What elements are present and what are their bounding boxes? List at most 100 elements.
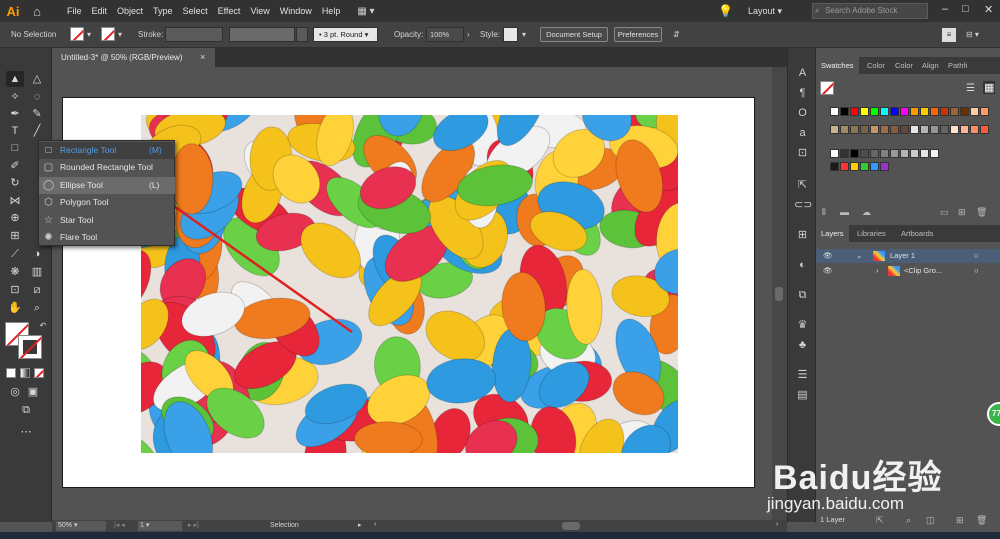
swatch-chip[interactable]	[980, 107, 989, 116]
swatch-chip[interactable]	[960, 107, 969, 116]
swatch-chip[interactable]	[900, 125, 909, 134]
document-tab[interactable]: Untitled-3* @ 50% (RGB/Preview) ×	[52, 48, 215, 67]
maximize-icon[interactable]: □	[962, 3, 969, 15]
preferences-button[interactable]: Preferences	[614, 27, 662, 42]
symbol-sprayer-icon[interactable]: ❋	[6, 264, 24, 280]
swatch-chip[interactable]	[880, 162, 889, 171]
pen-tool-icon[interactable]: ✒	[6, 106, 24, 122]
swatch-chip[interactable]	[960, 125, 969, 134]
none-mode-icon[interactable]	[34, 368, 44, 378]
swatch-chip[interactable]	[920, 107, 929, 116]
curvature-tool-icon[interactable]: ✎	[28, 106, 46, 122]
swatch-chip[interactable]	[910, 125, 919, 134]
fill-swatch[interactable]	[70, 27, 84, 41]
rotate-tool-icon[interactable]: ↻	[6, 175, 24, 191]
swatch-chip[interactable]	[860, 107, 869, 116]
swatch-chip[interactable]	[950, 107, 959, 116]
tab-color-guide[interactable]: Color	[862, 57, 890, 74]
shape-builder-icon[interactable]: ⊕	[6, 210, 24, 226]
swatch-chip[interactable]	[900, 149, 909, 158]
graphic-style-swatch[interactable]	[503, 27, 518, 42]
swatch-chip[interactable]	[930, 149, 939, 158]
brushes-panel-icon[interactable]: ♣	[794, 338, 811, 353]
opacity-arrow-icon[interactable]: ›	[467, 28, 470, 42]
swatch-chip[interactable]	[870, 162, 879, 171]
swatch-chip[interactable]	[850, 149, 859, 158]
swatch-chip[interactable]	[870, 149, 879, 158]
flyout-polygon-tool[interactable]: ⬡ Polygon Tool	[39, 194, 175, 211]
swatch-chip[interactable]	[860, 125, 869, 134]
arrange-icon[interactable]: ⇵	[673, 28, 680, 42]
draw-mode-icon[interactable]: ◎	[6, 384, 24, 400]
slice-tool-icon[interactable]: ⧄	[28, 282, 46, 298]
swatch-chip[interactable]	[980, 125, 989, 134]
swatch-chip[interactable]	[970, 125, 979, 134]
home-icon[interactable]: ⌂	[26, 0, 48, 22]
tab-artboards[interactable]: Artboards	[896, 225, 939, 242]
mesh-tool-icon[interactable]: ⊞	[6, 228, 24, 244]
minimize-icon[interactable]: –	[942, 3, 948, 15]
magic-wand-icon[interactable]: ✧	[6, 89, 24, 105]
stroke-dropdown-icon[interactable]: ▾	[118, 28, 122, 42]
swatch-chip[interactable]	[880, 149, 889, 158]
hscroll-right-icon[interactable]: ›	[776, 521, 778, 528]
flyout-star-tool[interactable]: ☆ Star Tool	[39, 212, 175, 229]
appearance-panel-icon[interactable]: ◐	[794, 258, 811, 273]
transform-panel-icon[interactable]: ⊡	[794, 146, 811, 161]
type-tool-icon[interactable]: T	[6, 123, 24, 139]
hscroll-thumb[interactable]	[562, 522, 580, 530]
canvas-area[interactable]	[52, 67, 772, 520]
swatch-chip[interactable]	[880, 107, 889, 116]
stroke-panel-icon[interactable]: ☰	[794, 368, 811, 383]
stroke-weight-field[interactable]	[165, 27, 223, 42]
flyout-rounded-rectangle-tool[interactable]: ▢ Rounded Rectangle Tool	[39, 159, 175, 176]
last-artboard-icon[interactable]: ▸ ▸|	[188, 521, 199, 529]
swatch-chip[interactable]	[950, 125, 959, 134]
cloud-icon[interactable]: ☁	[862, 207, 871, 218]
visibility-eye-icon[interactable]: 👁	[823, 249, 833, 263]
swatch-chip[interactable]	[840, 149, 849, 158]
brush-definition-select[interactable]: • 3 pt. Round ▾	[313, 27, 378, 42]
target-circle-icon[interactable]: ○	[974, 249, 979, 263]
swatch-chip[interactable]	[940, 125, 949, 134]
swatch-kinds-icon[interactable]: ▬	[840, 207, 849, 217]
style-dropdown-icon[interactable]: ▾	[522, 28, 526, 42]
tab-libraries[interactable]: Libraries	[852, 225, 891, 242]
paragraph-panel-icon[interactable]: ¶	[794, 86, 811, 101]
visibility-eye-icon[interactable]: 👁	[823, 264, 833, 278]
swatch-chip[interactable]	[930, 125, 939, 134]
menu-help[interactable]: Help	[317, 0, 346, 22]
menu-type[interactable]: Type	[148, 0, 178, 22]
active-fill-swatch[interactable]	[820, 81, 834, 95]
swatch-chip[interactable]	[850, 107, 859, 116]
artboard-navigation-select[interactable]: 1 ▾	[138, 521, 182, 531]
layer-row-layer-1[interactable]: 👁 ⌄ Layer 1 ○	[816, 249, 1000, 263]
paintbrush-icon[interactable]: ✐	[6, 158, 24, 174]
zoom-tool-icon[interactable]: ⌕	[28, 300, 46, 316]
opacity-field[interactable]: 100%	[426, 27, 464, 42]
width-tool-icon[interactable]: ⋈	[6, 193, 24, 209]
draw-inside-icon[interactable]: ▣	[24, 384, 42, 400]
stroke-color-box[interactable]	[18, 335, 42, 359]
target-circle-icon[interactable]: ○	[974, 264, 979, 278]
artboards-panel-icon[interactable]: ⧉	[794, 288, 811, 303]
first-artboard-icon[interactable]: |◂ ◂	[114, 521, 125, 529]
list-view-icon[interactable]: ☰	[966, 83, 975, 94]
swatch-chip[interactable]	[840, 125, 849, 134]
swatch-chip[interactable]	[930, 107, 939, 116]
swatch-chip[interactable]	[830, 149, 839, 158]
opentype-panel-icon[interactable]: O	[794, 106, 811, 121]
swatch-chip[interactable]	[920, 149, 929, 158]
swatch-chip[interactable]	[890, 107, 899, 116]
swatch-chip[interactable]	[890, 125, 899, 134]
tab-layers[interactable]: Layers	[816, 225, 849, 242]
adobe-stock-search-input[interactable]: ⌕ Search Adobe Stock	[812, 3, 928, 19]
line-tool-icon[interactable]: ╱	[28, 123, 46, 139]
swatch-chip[interactable]	[840, 107, 849, 116]
menu-edit[interactable]: Edit	[87, 0, 113, 22]
symbols-panel-icon[interactable]: ♛	[794, 318, 811, 333]
vertical-scrollbar[interactable]	[772, 67, 787, 520]
close-tab-icon[interactable]: ×	[200, 48, 205, 67]
new-swatch-icon[interactable]: ⊞	[958, 207, 966, 218]
tab-color[interactable]: Color	[890, 57, 918, 74]
